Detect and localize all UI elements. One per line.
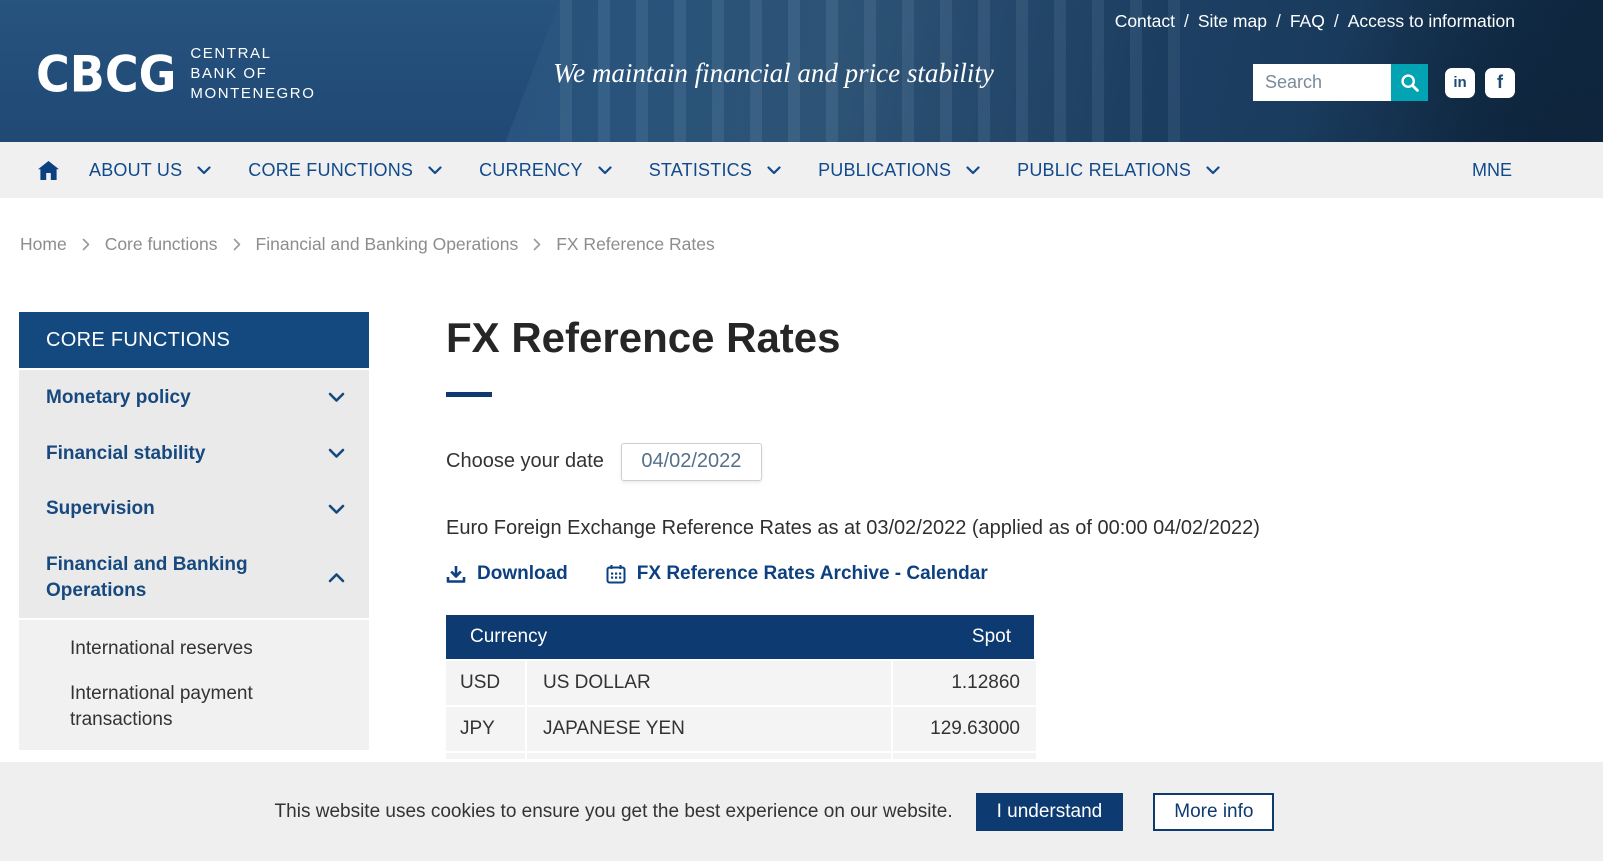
top-utility-links: Contact / Site map / FAQ / Access to inf… [1115,11,1515,32]
sidebar-sublist: International reserves International pay… [19,620,369,750]
chevron-right-icon [233,238,241,251]
nav-item-about-us[interactable]: ABOUT US [89,160,211,181]
logo-acronym: CBCG [36,45,176,103]
linkedin-icon[interactable]: in [1445,68,1475,98]
breadcrumb-core-functions[interactable]: Core functions [105,234,218,255]
separator: / [1184,11,1189,32]
column-header-spot: Spot [972,626,1034,648]
home-nav-button[interactable] [38,161,59,180]
column-header-currency: Currency [446,626,547,648]
contact-link[interactable]: Contact [1115,11,1175,32]
cookie-accept-button[interactable]: I understand [976,793,1124,831]
logo-text: CENTRAL BANK OF MONTENEGRO [190,44,315,103]
date-label: Choose your date [446,450,604,473]
faq-link[interactable]: FAQ [1290,11,1325,32]
page-title: FX Reference Rates [446,312,1506,365]
currency-name: US DOLLAR [527,661,891,705]
search-icon [1400,73,1420,93]
chevron-down-icon [197,166,211,175]
nav-item-currency[interactable]: CURRENCY [479,160,612,181]
sidebar-core-functions: CORE FUNCTIONS Monetary policy Financial… [19,312,369,750]
chevron-down-icon [328,392,345,403]
nav-item-statistics[interactable]: STATISTICS [649,160,781,181]
date-picker-row: Choose your date [446,443,1506,481]
currency-code: JPY [446,707,525,751]
cookie-banner: This website uses cookies to ensure you … [0,762,1603,861]
search-area: in f [1253,64,1515,101]
chevron-down-icon [598,166,612,175]
chevron-up-icon [328,572,345,583]
search-input[interactable] [1253,64,1391,101]
chevron-down-icon [428,166,442,175]
language-toggle-mne[interactable]: MNE [1472,160,1512,181]
sidebar-list: Monetary policy Financial stability Supe… [19,370,369,618]
tagline: We maintain financial and price stabilit… [553,58,994,89]
download-icon [446,564,466,584]
currency-spot: 129.63000 [893,707,1036,751]
separator: / [1276,11,1281,32]
table-header-row: Currency Spot [446,615,1034,659]
currency-code: USD [446,661,525,705]
calendar-icon [606,564,626,584]
title-underline [446,392,492,397]
main-content: FX Reference Rates Choose your date Euro… [446,312,1506,759]
main-navigation: ABOUT US CORE FUNCTIONS CURRENCY STATIST… [0,142,1603,198]
sitemap-link[interactable]: Site map [1198,11,1267,32]
table-row: JPY JAPANESE YEN 129.63000 [446,707,1034,751]
sidebar-item-monetary-policy[interactable]: Monetary policy [19,370,369,426]
cookie-banner-content: This website uses cookies to ensure you … [275,793,1275,831]
sidebar-subitem-international-payment-transactions[interactable]: International payment transactions [19,679,339,750]
rates-info-text: Euro Foreign Exchange Reference Rates as… [446,517,1506,540]
nav-item-public-relations[interactable]: PUBLIC RELATIONS [1017,160,1220,181]
chevron-right-icon [82,238,90,251]
access-to-information-link[interactable]: Access to information [1348,11,1515,32]
breadcrumb-home[interactable]: Home [20,234,67,255]
cookie-more-info-button[interactable]: More info [1153,793,1274,831]
chevron-down-icon [1206,166,1220,175]
table-row: USD US DOLLAR 1.12860 [446,661,1034,705]
currency-spot: 1.12860 [893,661,1036,705]
sidebar-item-supervision[interactable]: Supervision [19,481,369,537]
chevron-down-icon [328,504,345,515]
fx-rates-table: Currency Spot USD US DOLLAR 1.12860 JPY … [446,615,1034,759]
search-button[interactable] [1391,64,1428,101]
breadcrumb-current-page: FX Reference Rates [556,234,715,255]
sidebar-item-financial-banking-operations[interactable]: Financial and Banking Operations [19,537,369,618]
chevron-right-icon [533,238,541,251]
chevron-down-icon [328,448,345,459]
bank-logo[interactable]: CBCG CENTRAL BANK OF MONTENEGRO [36,44,316,103]
facebook-icon[interactable]: f [1485,68,1515,98]
archive-calendar-link[interactable]: FX Reference Rates Archive - Calendar [606,563,988,585]
home-icon [38,161,59,180]
date-input[interactable] [621,443,762,481]
social-links: in f [1445,68,1515,98]
sidebar-subitem-international-reserves[interactable]: International reserves [19,620,339,679]
breadcrumb: Home Core functions Financial and Bankin… [0,234,1603,255]
chevron-down-icon [767,166,781,175]
nav-item-core-functions[interactable]: CORE FUNCTIONS [248,160,442,181]
separator: / [1334,11,1339,32]
nav-item-publications[interactable]: PUBLICATIONS [818,160,980,181]
chevron-down-icon [966,166,980,175]
download-link[interactable]: Download [446,563,568,585]
sidebar-item-financial-stability[interactable]: Financial stability [19,426,369,482]
sidebar-title: CORE FUNCTIONS [19,312,369,368]
breadcrumb-financial-banking-operations[interactable]: Financial and Banking Operations [256,234,519,255]
site-header: CBCG CENTRAL BANK OF MONTENEGRO We maint… [0,0,1603,142]
action-links-row: Download FX Reference [446,563,1506,585]
content-layout: CORE FUNCTIONS Monetary policy Financial… [0,312,1603,759]
currency-name: JAPANESE YEN [527,707,891,751]
cookie-message: This website uses cookies to ensure you … [275,801,953,823]
table-row-partial [446,753,1034,759]
